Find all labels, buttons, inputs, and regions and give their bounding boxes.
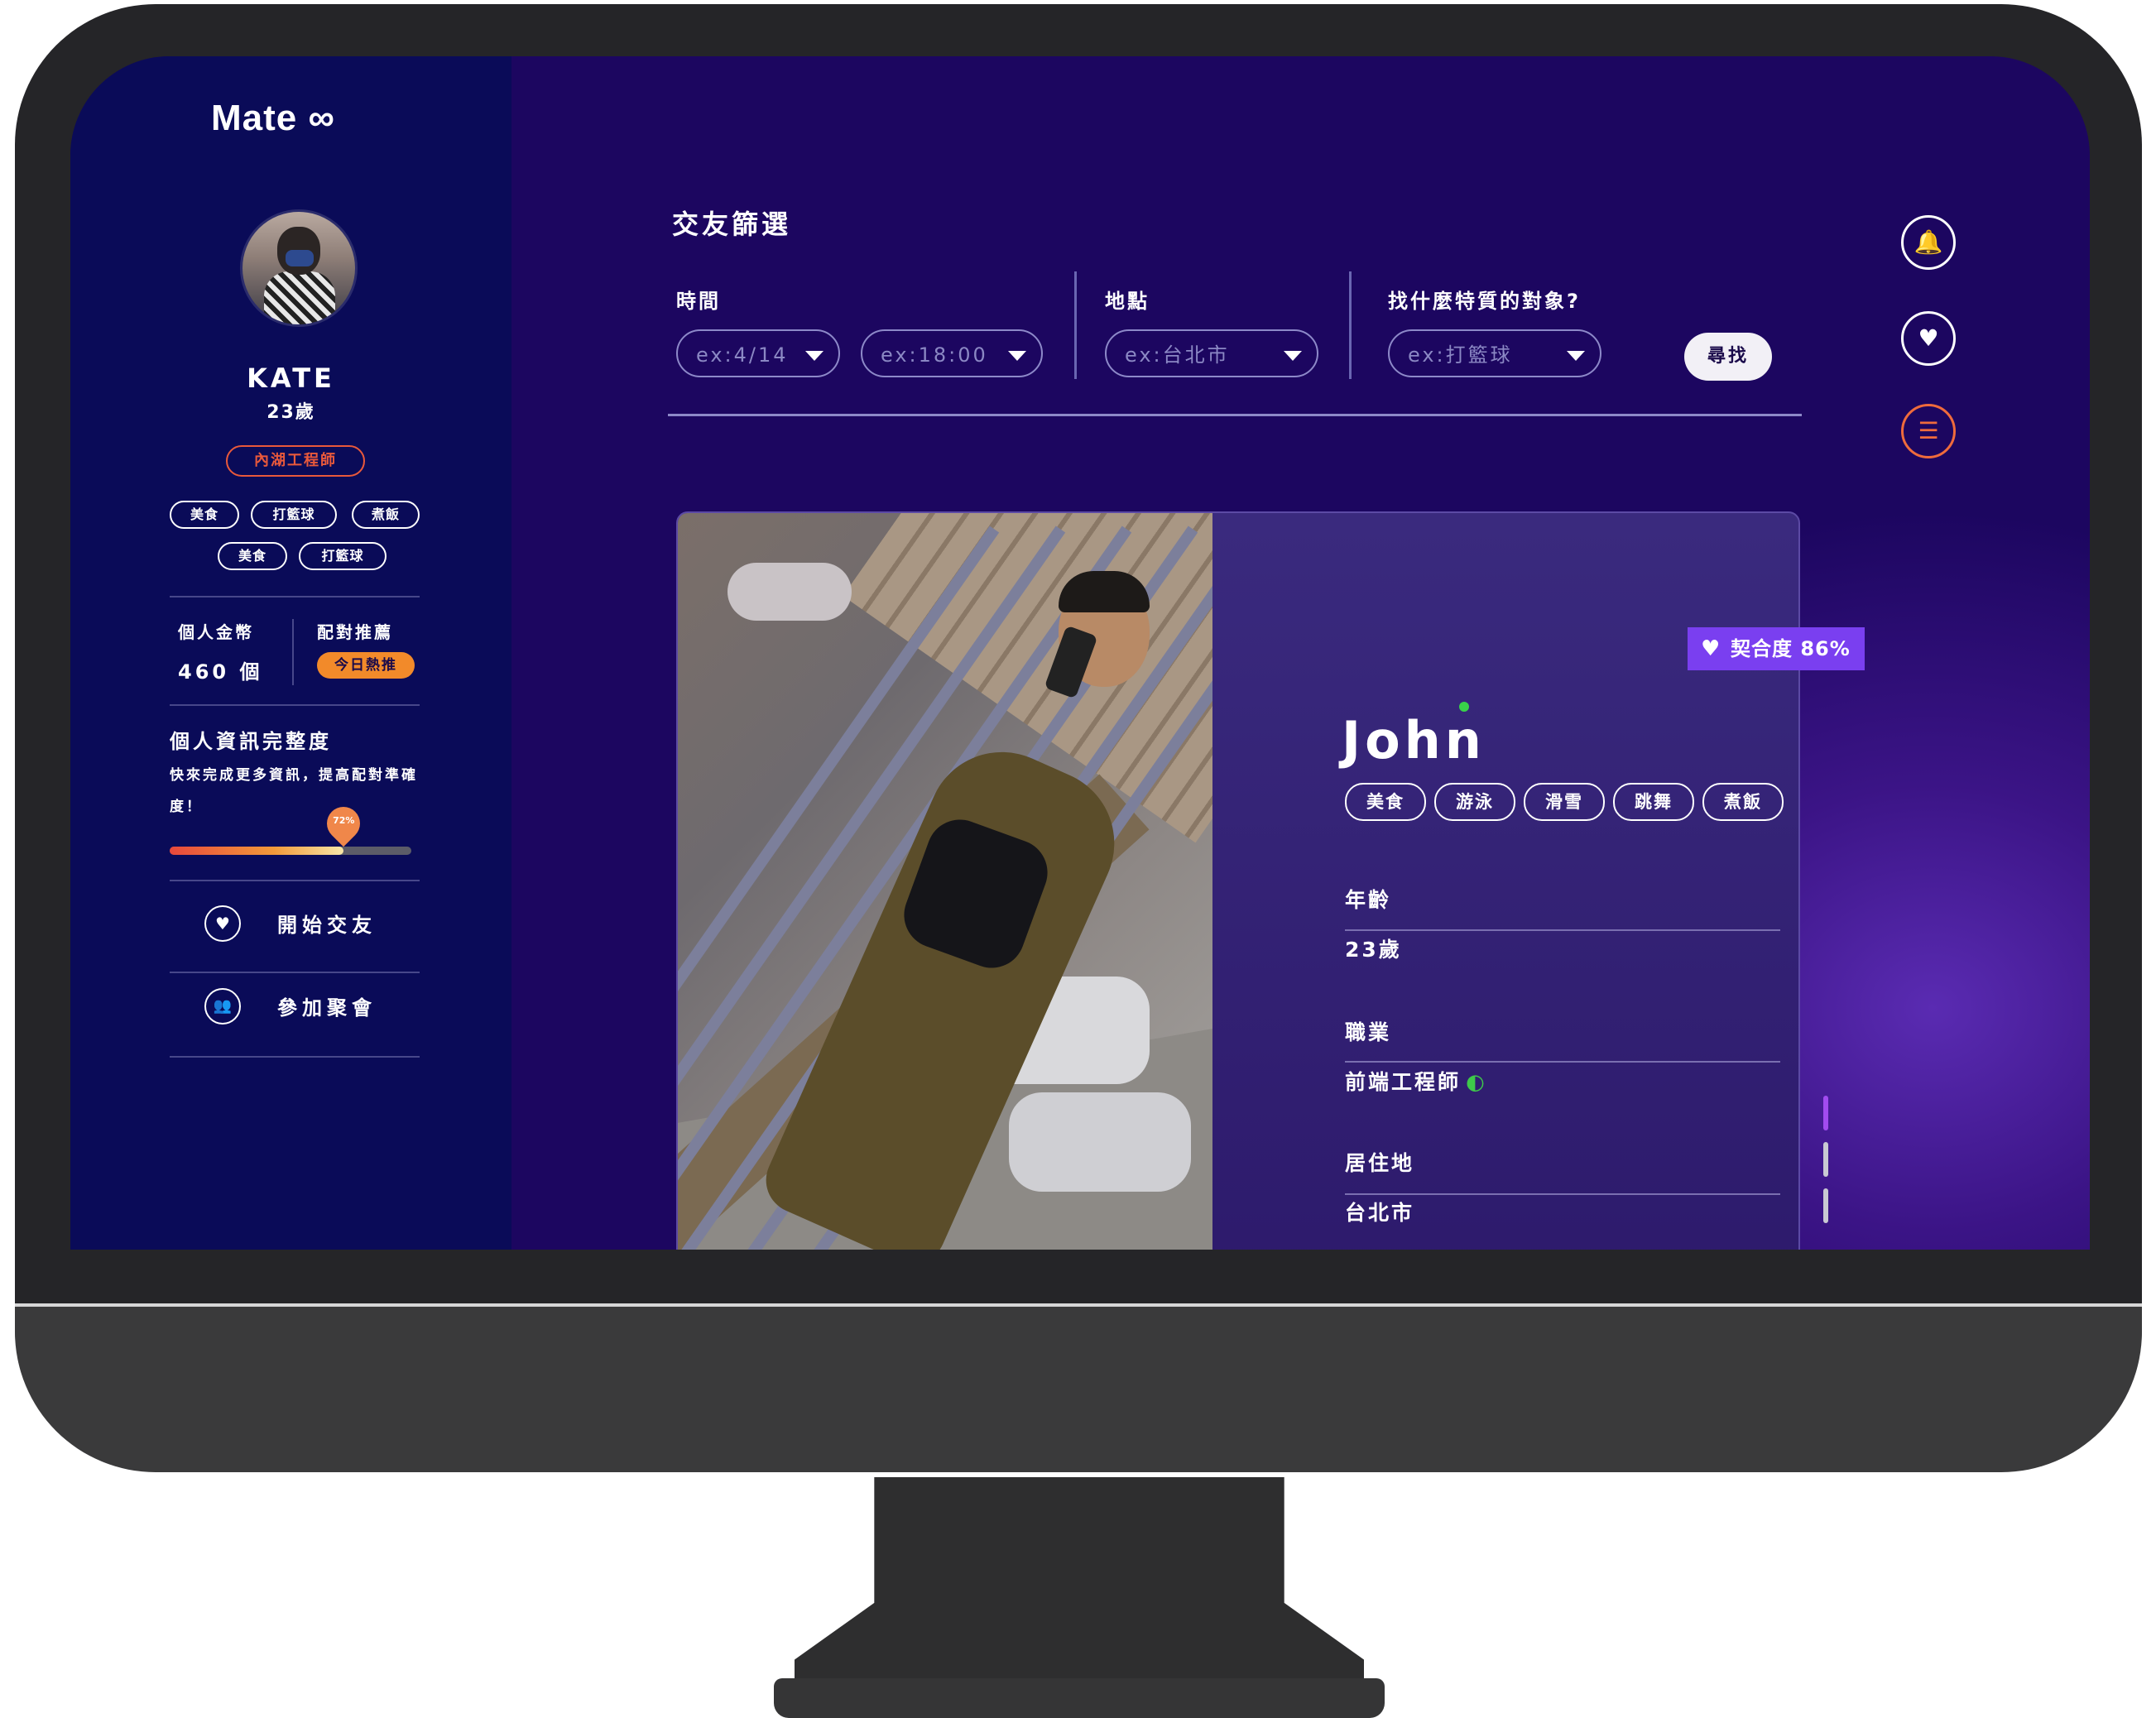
caret-down-icon [1284, 351, 1302, 361]
page-title: 交友篩選 [672, 209, 792, 240]
scroll-indicator-active[interactable] [1823, 1096, 1828, 1130]
divider [1345, 929, 1780, 931]
scroll-indicator[interactable] [1823, 1188, 1828, 1223]
divider [170, 880, 420, 881]
heart-icon[interactable]: ♥ [1901, 311, 1956, 366]
menu-item-start-dating[interactable]: ♥ 開始交友 [170, 884, 420, 963]
match-recommend-label: 配對推薦 [317, 622, 393, 642]
date-dropdown[interactable]: ex:4/14 [676, 329, 840, 377]
divider [170, 1056, 420, 1058]
user-age: 23歲 [266, 402, 315, 423]
avatar[interactable] [240, 209, 358, 327]
sliders-icon[interactable]: ☰ [1901, 404, 1956, 458]
user-name: KATE [247, 362, 335, 394]
match-tag: 煮飯 [1702, 783, 1784, 821]
divider [170, 596, 420, 597]
filter-divider [668, 414, 1802, 416]
sidebar: Mate ∞ KATE 23歲 內湖工程師 美食 打籃球 煮飯 美食 打籃球 個… [70, 56, 511, 1250]
coins-value: 460 個 [178, 660, 263, 684]
trait-filter-label: 找什麼特質的對象? [1388, 290, 1581, 313]
job-value-row: 前端工程師 ◐ [1345, 1066, 1487, 1096]
match-score-badge: ♥ 契合度 86% [1688, 627, 1865, 670]
match-name: John [1342, 710, 1486, 770]
match-tag: 滑雪 [1524, 783, 1605, 821]
profile-photo [678, 513, 1212, 1250]
city-label: 居住地 [1345, 1151, 1415, 1175]
caret-down-icon [805, 351, 824, 361]
profile-completion-desc: 快來完成更多資訊，提高配對準確度！ [170, 767, 418, 815]
heart-icon: ♥ [1701, 636, 1721, 661]
profile-card[interactable] [676, 511, 1800, 1250]
user-tag: 打籃球 [299, 542, 387, 570]
age-value: 23歲 [1345, 938, 1402, 962]
user-job-badge: 內湖工程師 [226, 445, 365, 477]
divider [1345, 1061, 1780, 1063]
divider [1345, 1193, 1780, 1195]
match-tag: 美食 [1345, 783, 1426, 821]
github-icon: ◐ [1466, 1070, 1487, 1095]
caret-down-icon [1008, 351, 1026, 361]
app-logo[interactable]: Mate ∞ [211, 98, 335, 139]
job-label: 職業 [1345, 1020, 1392, 1044]
profile-progress-fill [170, 847, 344, 855]
menu-item-label: 開始交友 [277, 914, 377, 937]
user-tag: 煮飯 [352, 501, 420, 529]
monitor-stand [795, 1477, 1364, 1680]
trait-dropdown-placeholder: ex:打籃球 [1408, 343, 1513, 367]
time-dropdown[interactable]: ex:18:00 [861, 329, 1043, 377]
divider [1074, 271, 1077, 379]
hot-badge[interactable]: 今日熱推 [317, 652, 415, 679]
profile-completion-title: 個人資訊完整度 [170, 730, 332, 753]
bell-icon[interactable]: 🔔 [1901, 215, 1956, 270]
online-status-dot [1459, 702, 1469, 712]
profile-progress-bar: 72% [170, 799, 411, 855]
caret-down-icon [1567, 351, 1585, 361]
place-dropdown-placeholder: ex:台北市 [1125, 343, 1230, 367]
age-label: 年齡 [1345, 888, 1392, 912]
heart-icon: ♥ [204, 905, 241, 942]
people-icon: 👥 [204, 988, 241, 1025]
divider [292, 619, 294, 685]
divider [170, 704, 420, 706]
city-value: 台北市 [1345, 1201, 1415, 1225]
place-filter-label: 地點 [1105, 290, 1150, 313]
trait-dropdown[interactable]: ex:打籃球 [1388, 329, 1601, 377]
time-dropdown-placeholder: ex:18:00 [881, 343, 988, 367]
match-score-label: 契合度 86% [1731, 637, 1851, 660]
divider [1349, 271, 1352, 379]
job-value: 前端工程師 [1345, 1070, 1462, 1094]
menu-item-join-party[interactable]: 👥 參加聚會 [170, 967, 420, 1046]
date-dropdown-placeholder: ex:4/14 [696, 343, 789, 367]
monitor-stand-base [774, 1678, 1385, 1718]
user-tag: 美食 [218, 542, 287, 570]
time-filter-label: 時間 [676, 290, 721, 313]
user-tag: 美食 [170, 501, 239, 529]
monitor-chin [15, 1303, 2142, 1472]
scroll-indicator[interactable] [1823, 1142, 1828, 1177]
user-tag: 打籃球 [251, 501, 337, 529]
app-screen: Mate ∞ KATE 23歲 內湖工程師 美食 打籃球 煮飯 美食 打籃球 個… [70, 56, 2090, 1250]
search-button[interactable]: 尋找 [1684, 333, 1772, 381]
match-tag: 游泳 [1434, 783, 1515, 821]
place-dropdown[interactable]: ex:台北市 [1105, 329, 1318, 377]
match-tag: 跳舞 [1613, 783, 1694, 821]
coins-label: 個人金幣 [178, 622, 254, 642]
progress-percent: 72% [333, 815, 355, 826]
menu-item-label: 參加聚會 [277, 996, 377, 1020]
